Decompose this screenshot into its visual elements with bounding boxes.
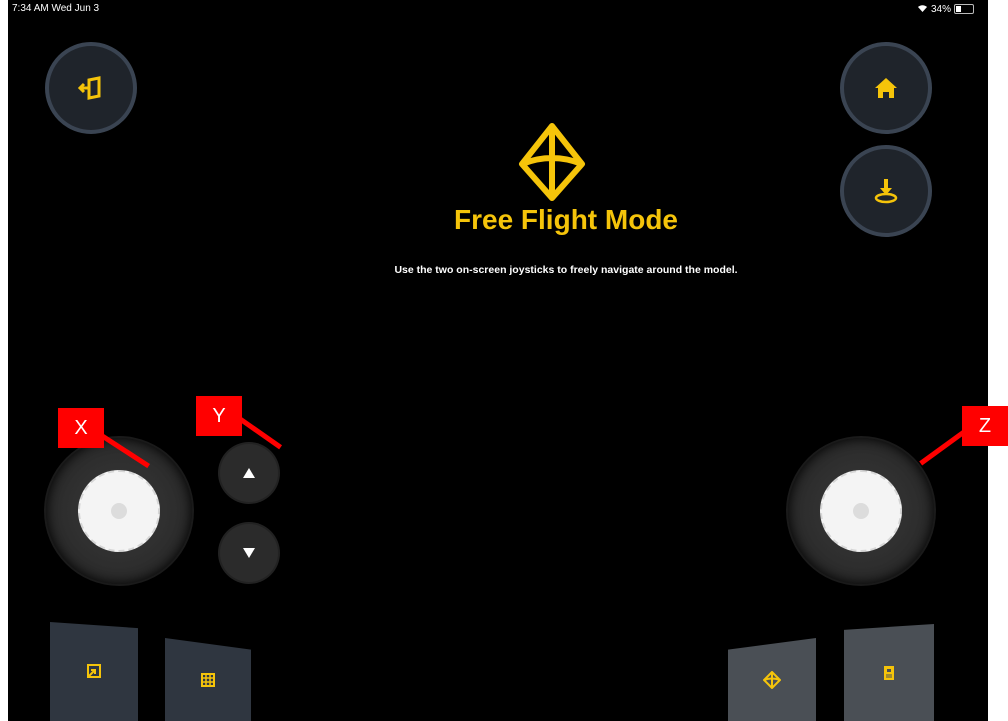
tab-window-view[interactable] — [50, 622, 138, 721]
annotation-label-y: Y — [196, 396, 242, 436]
right-joystick[interactable] — [788, 438, 934, 584]
up-button[interactable] — [220, 444, 278, 502]
home-icon — [875, 78, 897, 98]
corner-window-icon — [87, 663, 101, 678]
down-button[interactable] — [220, 524, 278, 582]
document-icon — [884, 665, 894, 680]
download-icon — [874, 179, 898, 204]
exit-button[interactable] — [45, 42, 137, 134]
tab-free-flight[interactable] — [728, 638, 816, 721]
home-button[interactable] — [840, 42, 932, 134]
exit-icon — [77, 76, 101, 100]
status-indicators: 34% — [917, 3, 974, 15]
app-screen: 7:34 AM Wed Jun 3 34% Free Flight Mode U… — [8, 0, 988, 721]
free-flight-small-icon — [763, 670, 781, 689]
tab-grid-view[interactable] — [165, 638, 251, 721]
right-joystick-knob[interactable] — [820, 470, 902, 552]
left-joystick-knob[interactable] — [78, 470, 160, 552]
tab-document[interactable] — [844, 624, 934, 721]
battery-icon — [954, 4, 974, 14]
wifi-icon — [917, 3, 928, 15]
free-flight-mode-icon — [519, 123, 585, 201]
triangle-down-icon — [243, 548, 255, 558]
status-time-date: 7:34 AM Wed Jun 3 — [12, 3, 100, 14]
annotation-label-z: Z — [962, 406, 1008, 446]
triangle-up-icon — [243, 468, 255, 478]
left-joystick[interactable] — [46, 438, 192, 584]
annotation-label-x: X — [58, 408, 104, 448]
left-joystick-knob-dot — [111, 503, 127, 519]
battery-percent: 34% — [930, 3, 951, 15]
mode-description: Use the two on-screen joysticks to freel… — [394, 264, 738, 276]
right-joystick-knob-dot — [853, 503, 869, 519]
mode-title: Free Flight Mode — [454, 204, 678, 235]
grid-icon — [201, 672, 215, 687]
